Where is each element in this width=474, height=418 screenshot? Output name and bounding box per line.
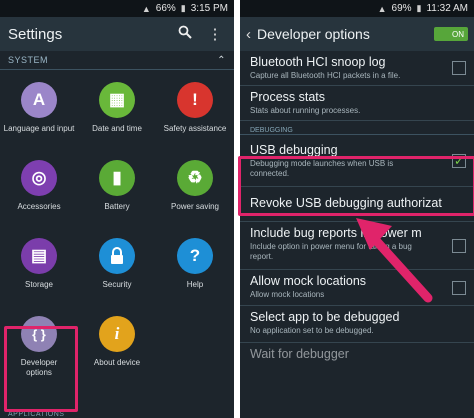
battery-icon: ▮ (99, 160, 135, 196)
language-icon: A (21, 82, 57, 118)
back-arrow-icon[interactable]: ‹ (246, 26, 251, 43)
section-header-debugging: DEBUGGING (240, 121, 474, 135)
help-icon: ? (177, 238, 213, 274)
row-description: Include option in power menu for taking … (250, 242, 412, 261)
more-options-icon[interactable]: ⋮ (204, 25, 226, 43)
info-icon: i (99, 316, 135, 352)
battery-icon: ▮ (180, 3, 186, 13)
grid-item-label: Date and time (92, 124, 142, 133)
settings-header: Settings ⋮ (0, 17, 234, 51)
grid-item-label: Power saving (170, 202, 220, 211)
grid-item-power-saving[interactable]: ♻ Power saving (156, 148, 234, 226)
row-bluetooth-hci-snoop-log[interactable]: Bluetooth HCI snoop log Capture all Blue… (240, 51, 474, 86)
row-description: Allow mock locations (250, 290, 325, 299)
grid-item-security[interactable]: Security (78, 226, 156, 304)
row-title: Select app to be debugged (250, 310, 400, 324)
section-label: SYSTEM (8, 55, 49, 65)
battery-level: 66% (155, 3, 176, 14)
status-bar: ▲ 69% ▮ 11:32 AM (240, 0, 474, 17)
checkbox[interactable] (452, 238, 466, 253)
row-title: USB debugging (250, 143, 338, 157)
developer-options-highlight (4, 326, 78, 412)
page-title: Developer options (257, 26, 370, 42)
grid-item-label: Accessories (17, 202, 61, 211)
grid-item-battery[interactable]: ▮ Battery (78, 148, 156, 226)
grid-item-label: Storage (24, 280, 54, 289)
grid-item-language[interactable]: A Language and input (0, 70, 78, 148)
battery-level: 69% (391, 3, 412, 14)
row-title: Process stats (250, 90, 326, 104)
grid-item-storage[interactable]: ▤ Storage (0, 226, 78, 304)
row-title: Wait for debugger (250, 347, 349, 361)
grid-item-safety[interactable]: ! Safety assistance (156, 70, 234, 148)
calendar-icon: ▦ (99, 82, 135, 118)
headset-icon: ◎ (21, 160, 57, 196)
battery-icon: ▮ (416, 3, 422, 13)
grid-item-label: Help (186, 280, 204, 289)
row-wait-for-debugger[interactable]: Wait for debugger (240, 343, 474, 373)
page-title: Settings (8, 25, 63, 43)
lock-icon (99, 238, 135, 274)
search-icon[interactable] (174, 25, 196, 43)
checkbox[interactable] (452, 280, 466, 295)
grid-item-accessories[interactable]: ◎ Accessories (0, 148, 78, 226)
alert-icon: ! (177, 82, 213, 118)
grid-item-label: About device (93, 358, 141, 367)
grid-item-label: Battery (104, 202, 130, 211)
developer-options-header: ‹ Developer options ON (240, 17, 474, 51)
section-header-system[interactable]: SYSTEM ⌃ (0, 51, 234, 70)
grid-item-date-time[interactable]: ▦ Date and time (78, 70, 156, 148)
grid-item-label: Security (102, 280, 132, 289)
chevron-up-icon[interactable]: ⌃ (217, 55, 226, 66)
row-description: No application set to be debugged. (250, 326, 374, 335)
developer-options-toggle[interactable]: ON (434, 27, 468, 41)
clock: 11:32 AM (426, 3, 468, 14)
row-include-bug-reports[interactable]: Include bug reports in power m Include o… (240, 222, 474, 270)
row-title: Include bug reports in power m (250, 226, 422, 240)
status-bar: ▲ 66% ▮ 3:15 PM (0, 0, 234, 17)
grid-item-about-device[interactable]: i About device (78, 304, 156, 382)
grid-item-help[interactable]: ? Help (156, 226, 234, 304)
row-title: Allow mock locations (250, 274, 367, 288)
signal-icon: ▲ (377, 3, 387, 14)
row-title: Bluetooth HCI snoop log (250, 55, 386, 69)
clock: 3:15 PM (190, 3, 228, 14)
section-header-applications: APPLICATIONS (8, 411, 65, 418)
usb-debugging-highlight (238, 156, 474, 216)
checkbox[interactable] (452, 61, 466, 75)
recycle-icon: ♻ (177, 160, 213, 196)
row-description: Stats about running processes. (250, 106, 361, 115)
row-select-app-to-debug[interactable]: Select app to be debugged No application… (240, 306, 474, 343)
grid-item-label: Safety assistance (163, 124, 227, 133)
row-allow-mock-locations[interactable]: Allow mock locations Allow mock location… (240, 270, 474, 306)
signal-icon: ▲ (141, 3, 151, 14)
row-description: Capture all Bluetooth HCI packets in a f… (250, 71, 401, 80)
grid-item-label: Language and input (3, 124, 75, 133)
sd-card-icon: ▤ (21, 238, 57, 274)
row-process-stats[interactable]: Process stats Stats about running proces… (240, 86, 474, 121)
